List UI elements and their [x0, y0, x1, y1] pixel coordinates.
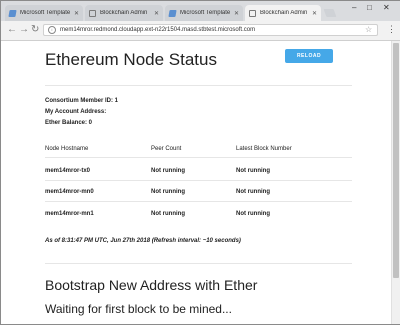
- table-cell-peer-count: Not running: [151, 211, 185, 217]
- address-bar[interactable]: i mem14mror.redmond.cloudapp.ext-n22r150…: [43, 24, 378, 36]
- tab-strip: Microsoft Template - M ✕ Blockchain Admi…: [1, 1, 400, 21]
- table-cell-peer-count: Not running: [151, 189, 185, 195]
- minimize-icon[interactable]: –: [352, 3, 356, 12]
- table-cell-peer-count: Not running: [151, 168, 185, 174]
- table-cell-latest-block: Not running: [236, 168, 270, 174]
- table-cell-latest-block: Not running: [236, 189, 270, 195]
- table-cell-hostname: mem14mror-mn0: [45, 189, 94, 195]
- maximize-icon[interactable]: □: [367, 3, 372, 12]
- account-address: My Account Address:: [45, 109, 107, 115]
- column-header-hostname: Node Hostname: [45, 146, 89, 152]
- close-tab-icon[interactable]: ✕: [74, 10, 79, 17]
- back-icon[interactable]: ←: [7, 24, 17, 36]
- table-divider: [45, 157, 352, 158]
- divider: [45, 263, 352, 264]
- page-viewport: Ethereum Node Status RELOAD Consortium M…: [1, 41, 400, 324]
- last-updated-text: As of 8:31:47 PM UTC, Jun 27th 2018 (Ref…: [45, 238, 241, 244]
- consortium-member-id: Consortium Member ID: 1: [45, 98, 119, 104]
- info-icon[interactable]: i: [48, 26, 56, 34]
- forward-icon[interactable]: →: [19, 24, 29, 36]
- address-url[interactable]: mem14mror.redmond.cloudapp.ext-n22r1504.…: [60, 27, 255, 33]
- refresh-icon[interactable]: ↻: [31, 24, 39, 36]
- new-tab-button[interactable]: [323, 9, 337, 17]
- microsoft-template-icon: [168, 9, 177, 17]
- reload-button[interactable]: RELOAD: [285, 49, 333, 63]
- bootstrap-heading: Bootstrap New Address with Ether: [45, 277, 258, 293]
- close-tab-icon[interactable]: ✕: [154, 10, 159, 17]
- vertical-scrollbar[interactable]: [391, 41, 400, 324]
- close-tab-icon[interactable]: ✕: [234, 10, 239, 17]
- bookmark-star-icon[interactable]: ☆: [365, 25, 372, 34]
- browser-toolbar: ← → ↻ i mem14mror.redmond.cloudapp.ext-n…: [1, 21, 400, 41]
- microsoft-template-icon: [8, 9, 17, 17]
- column-header-latest-block: Latest Block Number: [236, 146, 292, 152]
- browser-menu-icon[interactable]: ⋮: [387, 24, 396, 34]
- tab-blockchain-admin-2[interactable]: Blockchain Admin ✕: [245, 5, 321, 21]
- tab-label: Microsoft Template - M: [180, 10, 232, 16]
- divider: [45, 85, 352, 86]
- table-divider: [45, 201, 352, 202]
- tab-microsoft-template-2[interactable]: Microsoft Template - M ✕: [165, 5, 243, 21]
- page-icon: [249, 9, 256, 17]
- page-icon: [89, 9, 96, 17]
- close-tab-icon[interactable]: ✕: [312, 10, 317, 17]
- table-cell-hostname: mem14mror-tx0: [45, 168, 91, 174]
- tab-label: Microsoft Template - M: [20, 10, 72, 16]
- waiting-status: Waiting for first block to be mined...: [45, 302, 232, 316]
- tab-microsoft-template-1[interactable]: Microsoft Template - M ✕: [5, 5, 83, 21]
- close-window-icon[interactable]: ✕: [383, 3, 390, 12]
- tab-label: Blockchain Admin: [260, 10, 308, 16]
- column-header-peer-count: Peer Count: [151, 146, 182, 152]
- table-divider: [45, 180, 352, 181]
- tab-blockchain-admin-1[interactable]: Blockchain Admin ✕: [85, 5, 163, 21]
- ether-balance: Ether Balance: 0: [45, 120, 93, 126]
- browser-window: Microsoft Template - M ✕ Blockchain Admi…: [0, 0, 400, 325]
- table-cell-hostname: mem14mror-mn1: [45, 211, 94, 217]
- page-title: Ethereum Node Status: [45, 50, 217, 69]
- table-cell-latest-block: Not running: [236, 211, 270, 217]
- tab-label: Blockchain Admin: [100, 10, 148, 16]
- scrollbar-thumb[interactable]: [393, 43, 399, 278]
